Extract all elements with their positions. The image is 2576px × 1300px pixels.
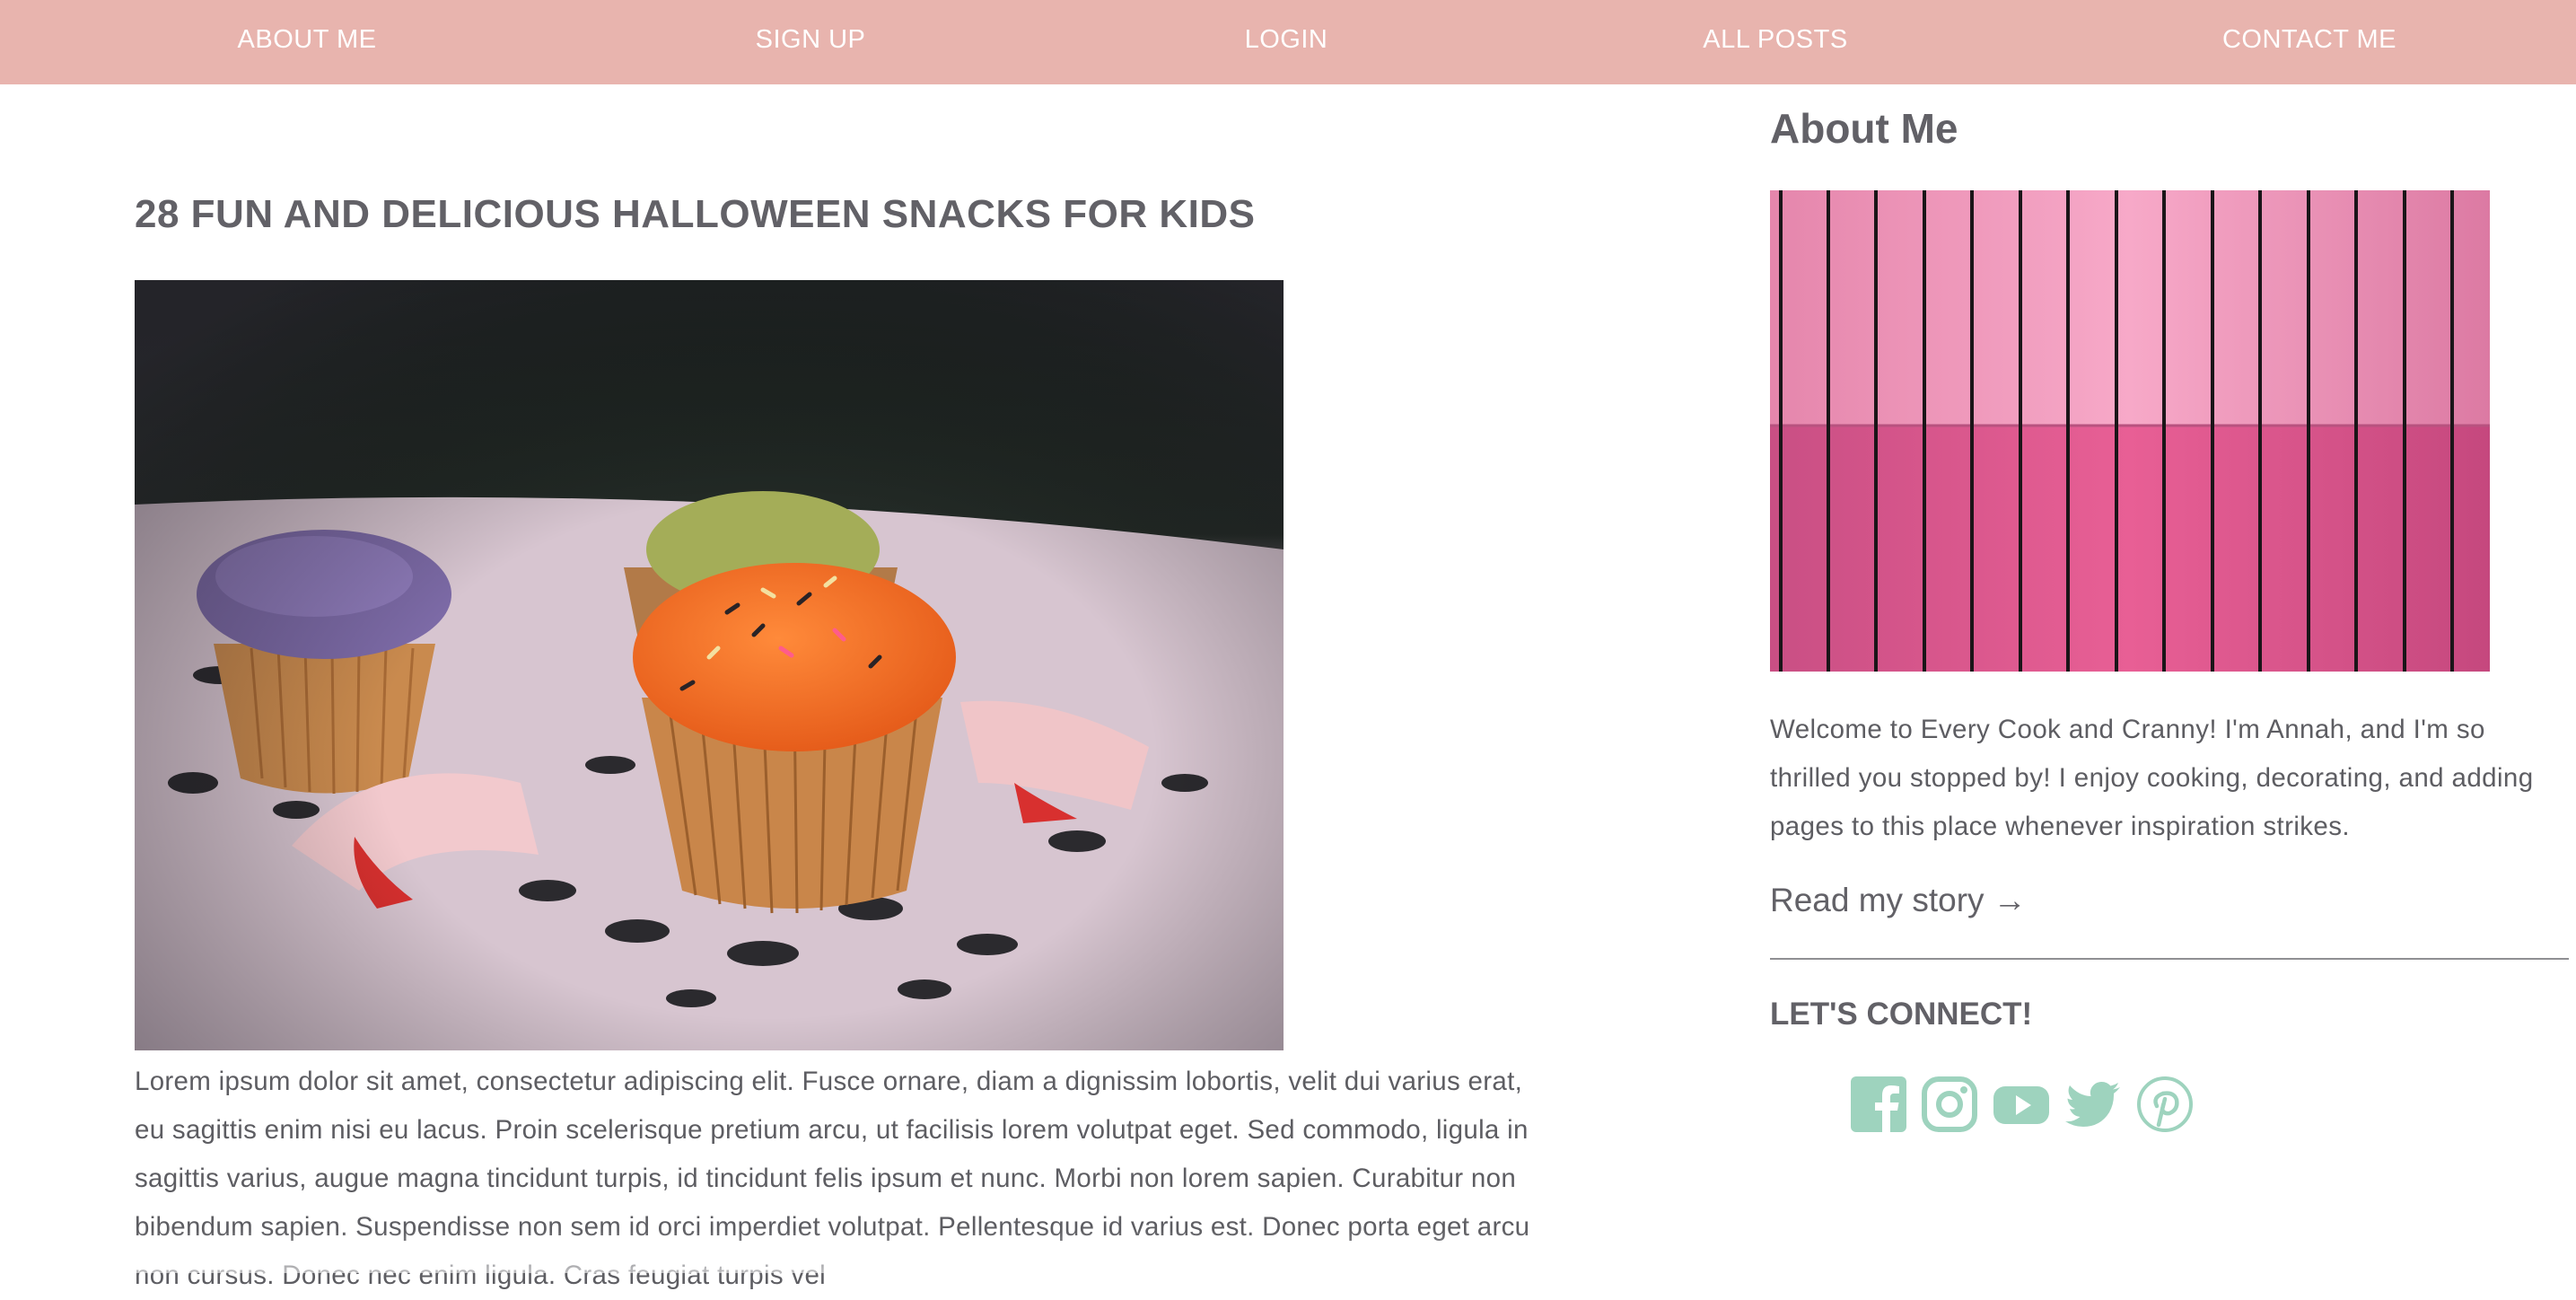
instagram-icon[interactable] [1921, 1076, 1978, 1133]
lets-connect-heading: LET'S CONNECT! [1770, 997, 2033, 1032]
sidebar-title: About Me [1770, 105, 1958, 152]
nav-login[interactable]: LOGIN [1245, 0, 1328, 79]
read-story-link[interactable]: Read my story → [1770, 882, 2027, 919]
post-title[interactable]: 28 FUN AND DELICIOUS HALLOWEEN SNACKS FO… [135, 192, 1256, 237]
post-image[interactable] [135, 280, 1284, 1050]
pinterest-icon[interactable] [2136, 1076, 2194, 1133]
sidebar-image [1770, 190, 2490, 672]
nav-about-me[interactable]: ABOUT ME [238, 0, 377, 79]
sidebar-intro: Welcome to Every Cook and Cranny! I'm An… [1770, 715, 2534, 841]
top-navigation: ABOUT ME SIGN UP LOGIN ALL POSTS CONTACT… [0, 0, 2576, 84]
nav-all-posts[interactable]: ALL POSTS [1703, 0, 1847, 79]
facebook-icon[interactable] [1850, 1076, 1907, 1133]
pink-wood-photo-icon [1770, 190, 2490, 672]
post-body: Lorem ipsum dolor sit amet, consectetur … [135, 1067, 1530, 1290]
youtube-icon[interactable] [1993, 1076, 2050, 1133]
sidebar-divider [1770, 958, 2569, 960]
nav-contact-me[interactable]: CONTACT ME [2222, 0, 2396, 79]
cupcakes-photo-icon [135, 280, 1284, 1050]
twitter-icon[interactable] [2064, 1076, 2122, 1133]
nav-sign-up[interactable]: SIGN UP [756, 0, 866, 79]
